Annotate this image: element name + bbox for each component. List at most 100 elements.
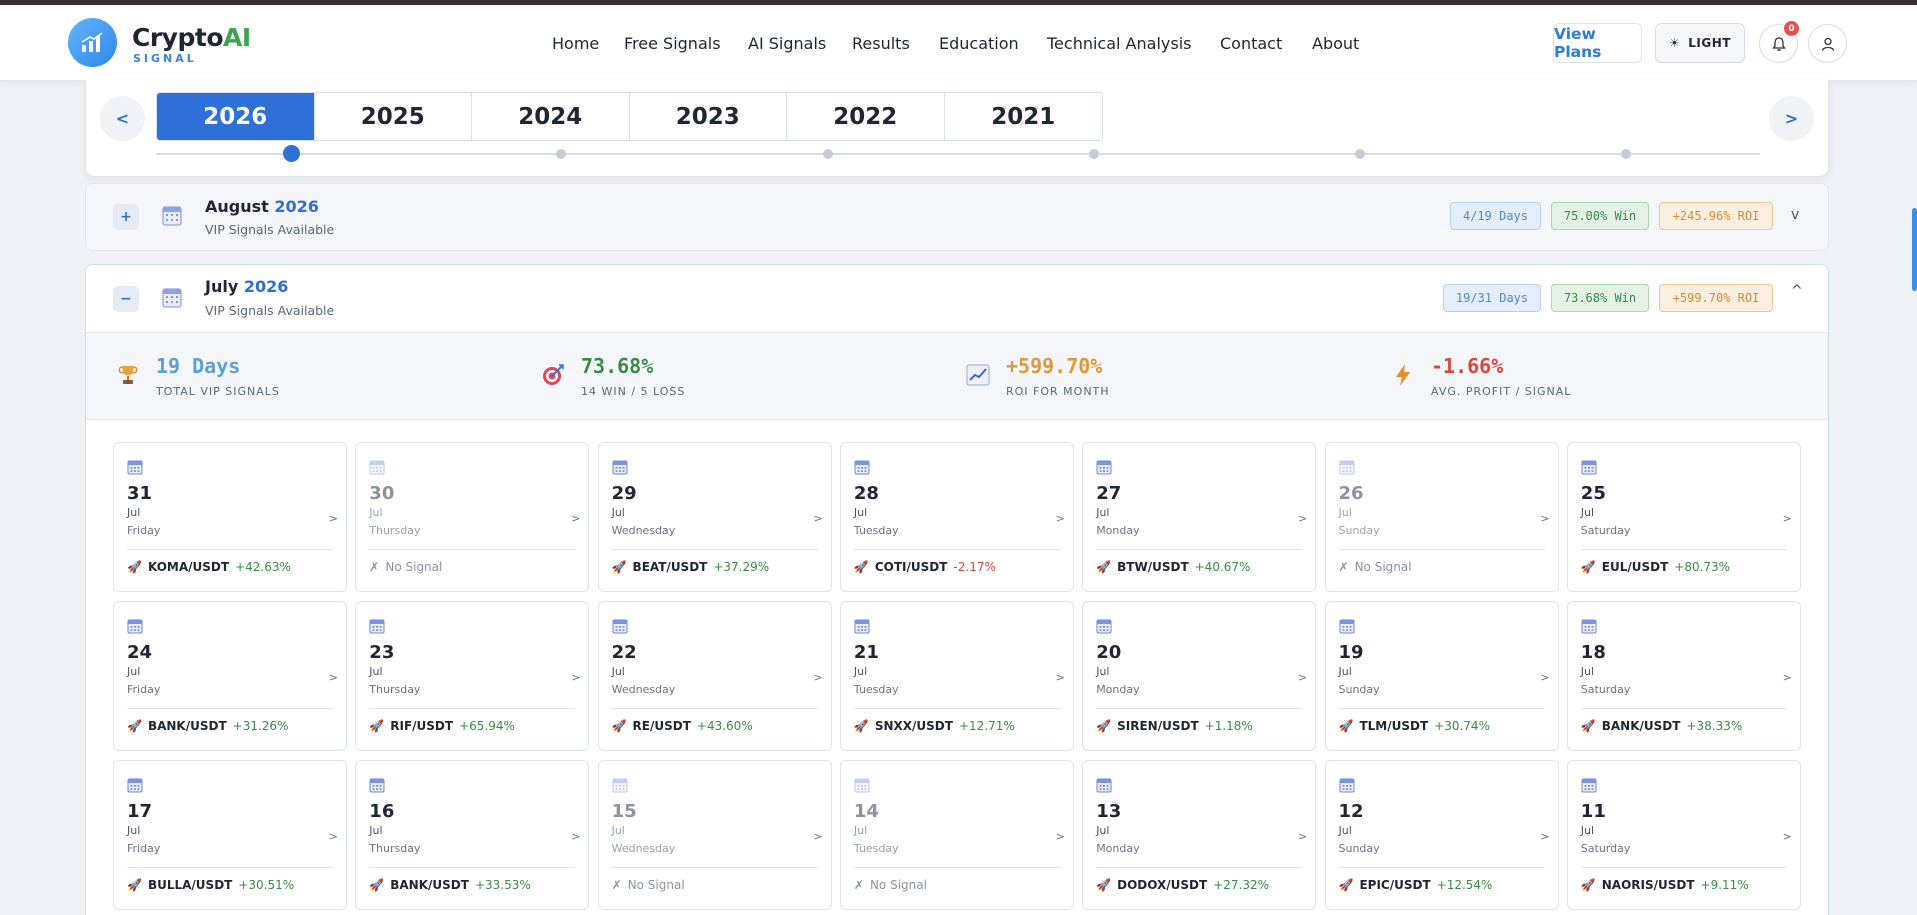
calendar-icon — [1339, 459, 1355, 479]
month-header-july[interactable]: − July 2026 VIP Signals Available 19/31 … — [86, 265, 1828, 333]
day-card[interactable]: 28 Jul Tuesday > 🚀 COTI/USDT -2.17% — [839, 442, 1074, 592]
signal-result: 🚀 BTW/USDT +40.67% — [1096, 560, 1250, 574]
x-mark-icon: ✗ — [1338, 560, 1349, 574]
chevron-right-icon[interactable]: > — [1783, 512, 1792, 525]
timeline-dot[interactable] — [1621, 149, 1631, 159]
chevron-right-icon[interactable]: > — [329, 512, 338, 525]
year-tab-2026[interactable]: 2026 — [157, 93, 315, 140]
chevron-right-icon[interactable]: > — [1540, 512, 1549, 525]
day-month: Jul — [369, 665, 383, 678]
lightning-bolt-icon — [1396, 364, 1410, 386]
day-number: 27 — [1096, 483, 1122, 504]
signal-result: 🚀 COTI/USDT -2.17% — [854, 560, 996, 574]
signal-result: 🚀 RE/USDT +43.60% — [612, 719, 753, 733]
year-tab-2024[interactable]: 2024 — [472, 93, 630, 140]
day-card[interactable]: 27 Jul Monday > 🚀 BTW/USDT +40.67% — [1082, 442, 1317, 592]
page-scrollbar-thumb[interactable] — [1912, 208, 1917, 291]
day-card[interactable]: 21 Jul Tuesday > 🚀 SNXX/USDT +12.71% — [839, 601, 1074, 751]
day-number: 23 — [369, 642, 395, 663]
collapse-toggle-button[interactable]: − — [113, 286, 139, 312]
nav-home[interactable]: Home — [552, 34, 599, 53]
year-next-button[interactable]: > — [1769, 96, 1814, 141]
day-card[interactable]: 24 Jul Friday > 🚀 BANK/USDT +31.26% — [113, 601, 347, 751]
day-card[interactable]: 26 Jul Sunday > ✗ No Signal — [1324, 442, 1559, 592]
chevron-right-icon[interactable]: > — [813, 830, 822, 843]
day-card[interactable]: 17 Jul Friday > 🚀 BULLA/USDT +30.51% — [113, 760, 347, 910]
day-weekday: Saturday — [1580, 683, 1631, 696]
view-plans-button[interactable]: View Plans — [1553, 23, 1642, 63]
day-card[interactable]: 15 Jul Wednesday > ✗ No Signal — [597, 760, 832, 910]
expand-toggle-button[interactable]: + — [113, 204, 139, 230]
day-month: Jul — [1338, 824, 1352, 837]
timeline-dot[interactable] — [823, 149, 833, 159]
chevron-right-icon[interactable]: > — [571, 830, 580, 843]
year-tab-2025[interactable]: 2025 — [314, 93, 472, 140]
days-pill: 4/19 Days — [1450, 202, 1541, 230]
chevron-right-icon[interactable]: > — [571, 671, 580, 684]
chevron-right-icon[interactable]: > — [1783, 830, 1792, 843]
chevron-right-icon[interactable]: > — [1056, 671, 1065, 684]
day-card[interactable]: 22 Jul Wednesday > 🚀 RE/USDT +43.60% — [597, 601, 832, 751]
chevron-right-icon[interactable]: > — [1540, 830, 1549, 843]
day-card[interactable]: 16 Jul Thursday > 🚀 BANK/USDT +33.53% — [355, 760, 590, 910]
year-tab-2021[interactable]: 2021 — [944, 93, 1102, 140]
timeline-dot[interactable] — [556, 149, 566, 159]
nav-education[interactable]: Education — [939, 34, 1019, 53]
day-weekday: Tuesday — [853, 842, 899, 855]
chevron-right-icon[interactable]: > — [1298, 512, 1307, 525]
day-month: Jul — [127, 665, 141, 678]
chevron-right-icon[interactable]: > — [813, 671, 822, 684]
chevron-right-icon[interactable]: > — [1298, 671, 1307, 684]
nav-ai-signals[interactable]: AI Signals — [748, 34, 826, 53]
brand-name[interactable]: CryptoAI — [132, 23, 251, 52]
chevron-down-icon[interactable]: v — [1791, 207, 1799, 223]
day-card[interactable]: 18 Jul Saturday > 🚀 BANK/USDT +38.33% — [1566, 601, 1801, 751]
chevron-right-icon[interactable]: > — [813, 512, 822, 525]
divider — [853, 549, 1060, 550]
logo-badge[interactable] — [68, 18, 117, 67]
nav-results[interactable]: Results — [852, 34, 910, 53]
year-tab-2022[interactable]: 2022 — [787, 93, 945, 140]
nav-free-signals[interactable]: Free Signals — [624, 34, 721, 53]
day-card[interactable]: 11 Jul Saturday > 🚀 NAORIS/USDT +9.11% — [1566, 760, 1801, 910]
nav-contact[interactable]: Contact — [1220, 34, 1282, 53]
day-card[interactable]: 14 Jul Tuesday > ✗ No Signal — [839, 760, 1074, 910]
chevron-right-icon[interactable]: > — [571, 512, 580, 525]
theme-toggle-button[interactable]: ☀ LIGHT — [1655, 23, 1745, 63]
year-prev-button[interactable]: < — [100, 96, 145, 141]
chevron-right-icon[interactable]: > — [1783, 671, 1792, 684]
timeline-dot[interactable] — [1089, 149, 1099, 159]
day-card[interactable]: 20 Jul Monday > 🚀 SIREN/USDT +1.18% — [1082, 601, 1317, 751]
month-row-august[interactable]: + August 2026 VIP Signals Available 4/19… — [85, 183, 1829, 251]
chevron-up-icon[interactable]: ^ — [1791, 283, 1803, 299]
chevron-right-icon[interactable]: > — [329, 830, 338, 843]
day-card[interactable]: 12 Jul Sunday > 🚀 EPIC/USDT +12.54% — [1324, 760, 1559, 910]
calendar-icon — [369, 459, 385, 479]
timeline-dot-active[interactable] — [283, 145, 300, 162]
notifications-button[interactable]: 0 — [1759, 21, 1799, 63]
timeline-dot[interactable] — [1355, 149, 1365, 159]
chevron-right-icon[interactable]: > — [329, 671, 338, 684]
day-card[interactable]: 19 Jul Sunday > 🚀 TLM/USDT +30.74% — [1324, 601, 1559, 751]
day-card[interactable]: 30 Jul Thursday > ✗ No Signal — [355, 442, 590, 592]
day-card[interactable]: 25 Jul Saturday > 🚀 EUL/USDT +80.73% — [1566, 442, 1801, 592]
day-weekday: Monday — [1096, 842, 1140, 855]
chevron-right-icon[interactable]: > — [1540, 671, 1549, 684]
signal-result: 🚀 BANK/USDT +31.26% — [127, 719, 288, 733]
day-number: 22 — [611, 642, 637, 663]
nav-technical-analysis[interactable]: Technical Analysis — [1047, 34, 1191, 53]
year-tab-2023[interactable]: 2023 — [629, 93, 787, 140]
day-card[interactable]: 23 Jul Thursday > 🚀 RIF/USDT +65.94% — [355, 601, 590, 751]
profile-button[interactable] — [1808, 24, 1847, 63]
day-number: 17 — [127, 801, 153, 822]
day-card[interactable]: 31 Jul Friday > 🚀 KOMA/USDT +42.63% — [113, 442, 347, 592]
profit-percent: +65.94% — [459, 719, 515, 733]
chevron-right-icon[interactable]: > — [1298, 830, 1307, 843]
day-month: Jul — [1096, 824, 1110, 837]
divider — [1096, 708, 1303, 709]
day-card[interactable]: 13 Jul Monday > 🚀 DODOX/USDT +27.32% — [1082, 760, 1317, 910]
chevron-right-icon[interactable]: > — [1056, 512, 1065, 525]
nav-about[interactable]: About — [1312, 34, 1359, 53]
day-card[interactable]: 29 Jul Wednesday > 🚀 BEAT/USDT +37.29% — [597, 442, 832, 592]
chevron-right-icon[interactable]: > — [1056, 830, 1065, 843]
